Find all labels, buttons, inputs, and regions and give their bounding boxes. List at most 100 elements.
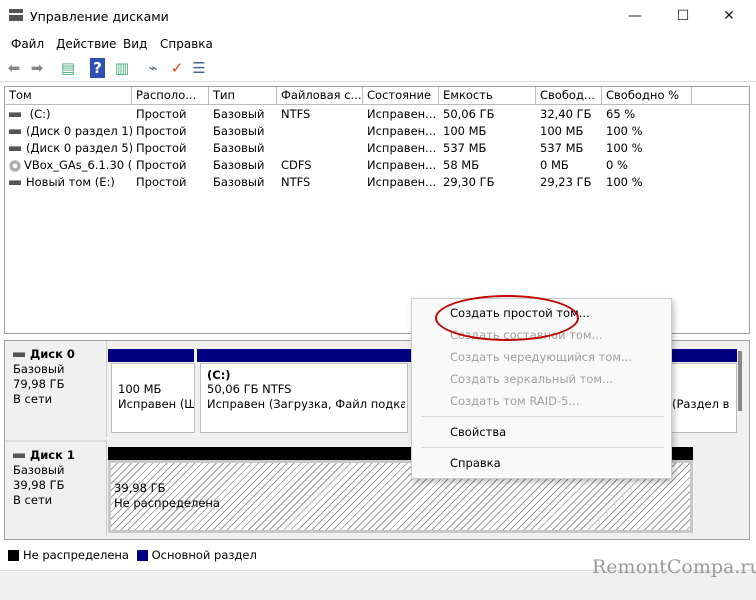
cell-text: 29,23 ГБ: [540, 175, 592, 189]
menu-item-create-striped-volume: Создать чередующийся том...: [450, 350, 633, 364]
cell-text: Простой: [136, 175, 187, 189]
cell-text: 29,30 ГБ: [443, 175, 495, 189]
cell-text: Исправен...: [367, 141, 437, 155]
drive-icon: [9, 180, 21, 185]
disk-name: Диск 1: [30, 448, 75, 462]
table-row[interactable]: (Диск 0 раздел 5) Простой Базовый Исправен.…: [5, 140, 745, 157]
action-pane-icon[interactable]: ▥: [112, 58, 132, 78]
close-button[interactable]: ✕: [706, 0, 752, 32]
partition-title: (C:): [207, 368, 231, 382]
table-row[interactable]: (Диск 0 раздел 1) Простой Базовый Исправен.…: [5, 123, 745, 140]
maximize-button[interactable]: ☐: [660, 0, 706, 32]
highlight-ellipse: [435, 295, 579, 341]
table-cell: 29,23 ГБ: [536, 174, 602, 191]
table-cell: 100 %: [602, 174, 692, 191]
cell-text: 100 %: [606, 141, 643, 155]
partition-size: 39,98 ГБ: [114, 481, 166, 495]
cell-text: 58 МБ: [443, 158, 480, 172]
table-cell: Базовый: [209, 106, 277, 123]
cell-text: Исправен...: [367, 107, 437, 121]
legend-swatch-primary: [136, 550, 148, 561]
drive-icon: [9, 112, 21, 117]
disk-0-label[interactable]: Диск 0 Базовый 79,98 ГБ В сети: [5, 341, 107, 437]
partition-status: (Раздел в: [672, 397, 730, 411]
table-cell: Простой: [132, 140, 209, 157]
cell-text: Новый том (E:): [26, 175, 115, 189]
table-cell: 100 %: [602, 123, 692, 140]
back-icon[interactable]: ⬅: [4, 58, 24, 78]
table-cell: Простой: [132, 123, 209, 140]
table-cell: NTFS: [277, 106, 363, 123]
cell-text: Простой: [136, 158, 187, 172]
menu-item-properties[interactable]: Свойства: [450, 425, 506, 439]
properties-icon[interactable]: ✓: [167, 58, 187, 78]
cell-text: (Диск 0 раздел 5): [26, 141, 132, 155]
table-cell: 32,40 ГБ: [536, 106, 602, 123]
vertical-scrollbar[interactable]: [738, 351, 742, 411]
table-row[interactable]: (C:) Простой Базовый NTFS Исправен... 50,06 Г…: [5, 106, 745, 123]
cell-text: Базовый: [213, 175, 265, 189]
window-title: Управление дисками: [30, 9, 169, 24]
table-row[interactable]: VBox_GAs_6.1.30 (... Простой Базовый CDFS Ис…: [5, 157, 745, 174]
table-cell: 537 МБ: [536, 140, 602, 157]
cell-text: NTFS: [281, 175, 311, 189]
minimize-button[interactable]: —: [612, 0, 658, 32]
list-icon[interactable]: ☰: [189, 58, 209, 78]
column-header-filesystem[interactable]: Файловая с...: [277, 87, 363, 105]
cell-text: 100 %: [606, 124, 643, 138]
table-cell: 58 МБ: [439, 157, 536, 174]
menu-action[interactable]: Действие: [56, 37, 116, 51]
cell-text: Базовый: [213, 107, 265, 121]
menu-item-help[interactable]: Справка: [450, 456, 501, 470]
table-cell: (Диск 0 раздел 5): [5, 140, 132, 157]
forward-icon[interactable]: ➡: [27, 58, 47, 78]
cell-text: (C:): [26, 107, 51, 121]
help-icon[interactable]: ?: [90, 58, 105, 78]
partition-disk0-1[interactable]: 100 МБ Исправен (Ш: [111, 363, 195, 433]
table-cell: Простой: [132, 157, 209, 174]
table-cell: Простой: [132, 106, 209, 123]
menu-help[interactable]: Справка: [160, 37, 213, 51]
cell-text: Исправен...: [367, 158, 437, 172]
column-header-volume[interactable]: Том: [5, 87, 132, 105]
cell-text: 0 %: [606, 158, 628, 172]
cell-text: 537 МБ: [540, 141, 584, 155]
column-header-free-percent[interactable]: Свободно %: [602, 87, 692, 105]
partition-size: 100 МБ: [118, 382, 162, 396]
connect-icon[interactable]: ⌁: [143, 58, 163, 78]
table-cell: 100 МБ: [536, 123, 602, 140]
console-tree-icon[interactable]: ▤: [58, 58, 78, 78]
table-row[interactable]: Новый том (E:) Простой Базовый NTFS Исправен…: [5, 174, 745, 191]
cell-text: VBox_GAs_6.1.30 (...: [24, 158, 132, 172]
table-cell: Исправен...: [363, 123, 439, 140]
table-cell: Базовый: [209, 174, 277, 191]
cell-text: NTFS: [281, 107, 311, 121]
disk-1-label[interactable]: Диск 1 Базовый 39,98 ГБ В сети: [5, 440, 107, 536]
disk-icon: [13, 453, 25, 458]
column-header-status[interactable]: Состояние: [363, 87, 439, 105]
cell-text: 65 %: [606, 107, 636, 121]
disk-size: 79,98 ГБ: [13, 377, 65, 391]
column-header-type[interactable]: Тип: [209, 87, 277, 105]
drive-icon: [9, 146, 21, 151]
menu-view[interactable]: Вид: [123, 37, 147, 51]
drive-icon: [9, 129, 21, 134]
table-cell: Исправен...: [363, 106, 439, 123]
cell-text: Базовый: [213, 158, 265, 172]
table-cell: 50,06 ГБ: [439, 106, 536, 123]
column-header-free[interactable]: Свобод...: [536, 87, 602, 105]
watermark: RemontCompa.ru: [592, 556, 756, 578]
menu-bar: Файл Действие Вид Справка: [0, 32, 756, 54]
partition-c[interactable]: (C:) 50,06 ГБ NTFS Исправен (Загрузка, Ф…: [200, 363, 408, 433]
volume-list: Том Располо... Тип Файловая с... Состоян…: [4, 86, 750, 334]
cell-text: 0 МБ: [540, 158, 569, 172]
column-header-layout[interactable]: Располо...: [132, 87, 209, 105]
column-header-capacity[interactable]: Емкость: [439, 87, 536, 105]
menu-separator: [421, 447, 664, 448]
legend-label: Не распределена: [23, 548, 129, 562]
table-cell: Базовый: [209, 157, 277, 174]
table-cell: VBox_GAs_6.1.30 (...: [5, 157, 132, 174]
partition-size: 50,06 ГБ NTFS: [207, 382, 292, 396]
cdrom-icon: [9, 159, 21, 172]
menu-file[interactable]: Файл: [11, 37, 44, 51]
